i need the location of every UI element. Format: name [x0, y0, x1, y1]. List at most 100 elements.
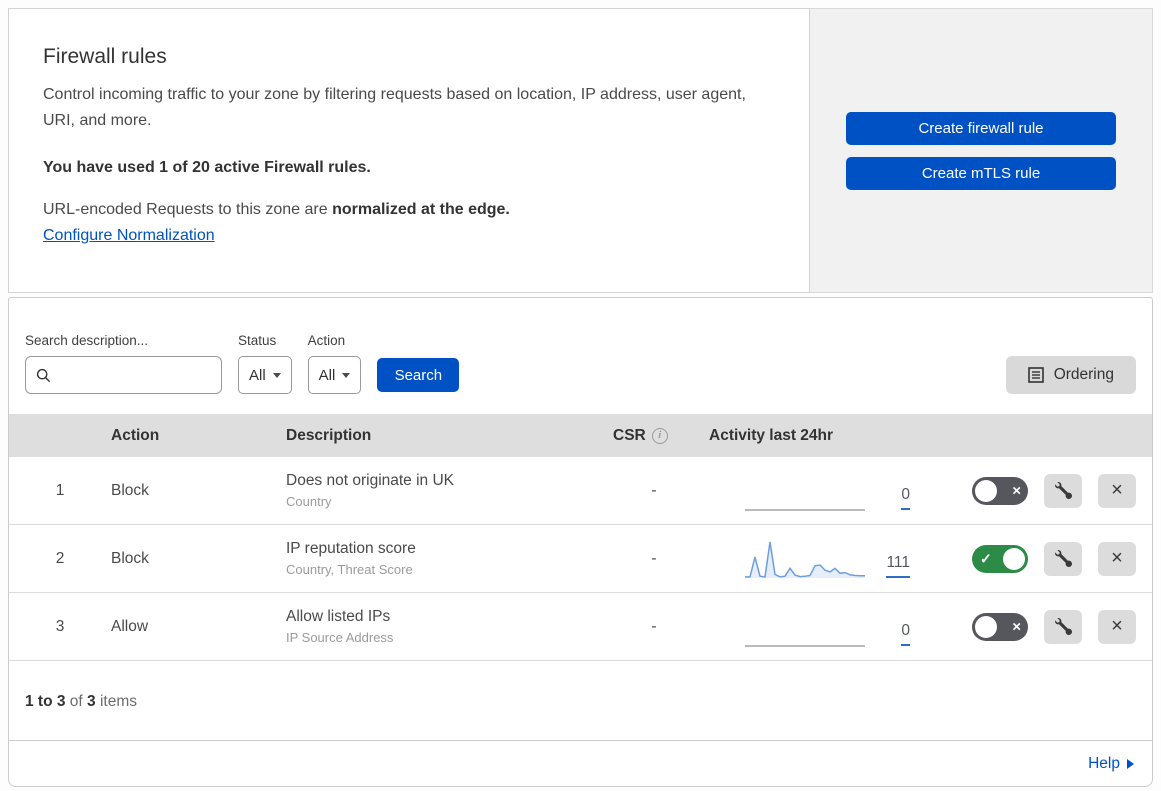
ordering-button[interactable]: Ordering — [1005, 356, 1136, 394]
rule-priority: 2 — [55, 549, 65, 567]
rule-controls: ✓ × × — [924, 541, 1152, 576]
search-label: Search description... — [25, 333, 149, 348]
rule-enabled-toggle[interactable]: ✓ × — [972, 612, 1028, 641]
info-icon[interactable]: i — [651, 427, 668, 444]
activity-count-link[interactable]: 0 — [901, 486, 910, 510]
table-row: 3 Allow Allow listed IPs IP Source Addre… — [9, 593, 1152, 661]
help-arrow-icon — [1127, 758, 1134, 769]
delete-x-icon: × — [1111, 479, 1123, 501]
toggle-knob — [975, 479, 997, 502]
status-filter-group: Status All — [238, 333, 292, 394]
rule-controls: ✓ × × — [924, 609, 1152, 644]
rule-description: Allow listed IPs — [286, 608, 391, 625]
rule-priority: 1 — [55, 481, 65, 499]
ordering-list-icon — [1027, 367, 1044, 383]
csr-column-header: CSR i — [599, 427, 709, 445]
table-row: 2 Block IP reputation score Country, Thr… — [9, 525, 1152, 593]
page-title: Firewall rules — [43, 45, 167, 68]
rule-activity-cell: 0 — [709, 606, 924, 648]
normalization-note: URL-encoded Requests to this zone are no… — [43, 201, 773, 219]
check-icon: ✓ — [980, 550, 992, 566]
help-bar: Help — [9, 740, 1152, 786]
create-firewall-rule-button[interactable]: Create firewall rule — [846, 112, 1116, 145]
delete-rule-button[interactable]: × — [1098, 541, 1136, 576]
rules-card: Search description... Status All Action … — [8, 297, 1153, 787]
rule-action: Block — [111, 549, 149, 567]
search-button[interactable]: Search — [377, 358, 460, 392]
firewall-rules-page: Firewall rules Control incoming traffic … — [8, 8, 1153, 787]
page-description: Control incoming traffic to your zone by… — [43, 86, 746, 130]
edit-rule-button[interactable] — [1044, 473, 1082, 508]
normalization-text: URL-encoded Requests to this zone are — [43, 200, 333, 218]
actions-panel: Create firewall rule Create mTLS rule — [810, 8, 1153, 293]
rule-action: Allow — [111, 617, 149, 635]
activity-count-link[interactable]: 111 — [886, 554, 910, 578]
rule-action: Block — [111, 481, 149, 499]
activity-sparkline — [745, 541, 865, 578]
activity-count-link[interactable]: 0 — [901, 622, 910, 646]
action-select[interactable]: All — [307, 356, 362, 394]
rule-fields: IP Source Address — [286, 630, 394, 645]
edit-rule-button[interactable] — [1044, 541, 1082, 576]
configure-normalization-link[interactable]: Configure Normalization — [43, 227, 215, 245]
rule-description-cell: IP reputation score Country, Threat Scor… — [286, 540, 599, 577]
filter-bar: Search description... Status All Action … — [9, 298, 1152, 394]
wrench-icon — [1054, 482, 1072, 499]
toggle-knob — [975, 615, 997, 638]
delete-rule-button[interactable]: × — [1098, 473, 1136, 508]
status-label: Status — [238, 333, 277, 348]
rule-description-cell: Does not originate in UK Country — [286, 472, 599, 509]
x-icon: × — [1012, 618, 1021, 635]
action-value: All — [318, 366, 336, 384]
status-select[interactable]: All — [238, 356, 292, 394]
wrench-icon — [1054, 618, 1072, 635]
delete-x-icon: × — [1111, 547, 1123, 569]
action-column-header: Action — [111, 426, 160, 444]
rule-enabled-toggle[interactable]: ✓ × — [972, 544, 1028, 573]
table-header: Action Description CSR i Activity last 2… — [9, 414, 1152, 457]
help-label: Help — [1088, 754, 1120, 772]
rule-description: IP reputation score — [286, 540, 416, 557]
x-icon: × — [1012, 482, 1021, 499]
activity-column-header: Activity last 24hr — [709, 426, 834, 444]
search-input[interactable] — [59, 365, 211, 385]
rule-enabled-toggle[interactable]: ✓ × — [972, 476, 1028, 505]
ordering-label: Ordering — [1053, 366, 1114, 383]
search-box — [25, 356, 222, 394]
action-filter-group: Action All — [307, 333, 362, 394]
pagination-summary: 1 to 3 of 3 items — [9, 661, 1152, 740]
rule-csr: - — [651, 549, 657, 567]
rule-activity-cell: 111 — [709, 538, 924, 580]
chevron-down-icon — [272, 372, 281, 378]
delete-x-icon: × — [1111, 615, 1123, 637]
help-link[interactable]: Help — [1088, 755, 1134, 773]
edit-rule-button[interactable] — [1044, 609, 1082, 644]
rule-csr: - — [651, 481, 657, 499]
total-text: 3 — [87, 693, 96, 710]
rule-fields: Country, Threat Score — [286, 562, 413, 577]
activity-sparkline — [745, 508, 865, 511]
usage-summary: You have used 1 of 20 active Firewall ru… — [43, 158, 371, 176]
chevron-down-icon — [342, 372, 351, 378]
rule-priority: 3 — [55, 617, 65, 635]
rule-fields: Country — [286, 494, 332, 509]
intro-card: Firewall rules Control incoming traffic … — [8, 8, 810, 293]
toggle-knob — [1003, 547, 1025, 570]
table-row: 1 Block Does not originate in UK Country… — [9, 457, 1152, 525]
normalization-bold: normalized at the edge. — [332, 200, 510, 218]
items-text: items — [95, 693, 137, 710]
wrench-icon — [1054, 550, 1072, 567]
action-label: Action — [307, 333, 346, 348]
rule-description-cell: Allow listed IPs IP Source Address — [286, 608, 599, 645]
search-icon — [36, 368, 51, 382]
of-text: of — [65, 693, 88, 710]
header-section: Firewall rules Control incoming traffic … — [8, 8, 1153, 293]
create-mtls-rule-button[interactable]: Create mTLS rule — [846, 157, 1116, 190]
delete-rule-button[interactable]: × — [1098, 609, 1136, 644]
range-text: 1 to 3 — [25, 693, 66, 710]
rule-description: Does not originate in UK — [286, 472, 455, 489]
search-group: Search description... — [25, 333, 222, 394]
rule-csr: - — [651, 617, 657, 635]
activity-sparkline — [745, 644, 865, 647]
rule-activity-cell: 0 — [709, 470, 924, 512]
